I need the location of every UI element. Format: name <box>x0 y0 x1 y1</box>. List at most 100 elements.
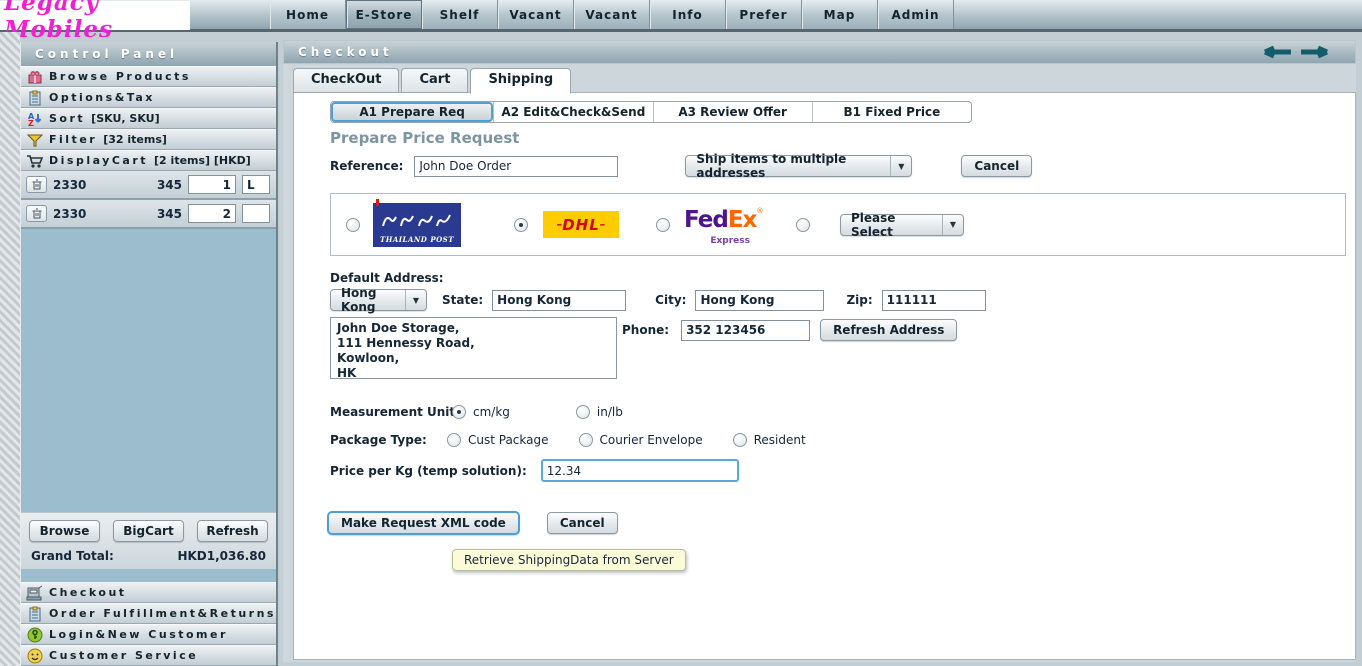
cart-qty-input[interactable] <box>188 204 236 223</box>
radio-cust-package[interactable] <box>447 433 461 447</box>
tab-cart[interactable]: Cart <box>401 68 469 93</box>
browse-button[interactable]: Browse <box>29 520 100 542</box>
sidebar-item-browse-products[interactable]: Browse Products <box>21 66 276 87</box>
delete-item-button[interactable] <box>26 205 47 222</box>
sidebar-item-order-fulfillment[interactable]: Order Fulfillment&Returns <box>21 603 276 624</box>
step-tab-a2-edit-check-send[interactable]: A2 Edit&Check&Send <box>493 102 652 122</box>
radio-other-courier[interactable] <box>796 217 810 232</box>
sidebar-item-checkout[interactable]: Checkout <box>21 582 276 603</box>
thailand-post-logo[interactable]: THAILAND POST <box>373 198 461 247</box>
nav-tab-vacant-2[interactable]: Vacant <box>574 0 650 29</box>
grand-total-label: Grand Total: <box>31 549 114 563</box>
radio-in-lb[interactable] <box>575 405 590 419</box>
cart-size-input[interactable] <box>242 175 270 194</box>
phone-input[interactable] <box>681 319 811 341</box>
shipping-tab-content: A1 Prepare Req A2 Edit&Check&Send A3 Rev… <box>293 92 1356 660</box>
state-label: State: <box>442 293 484 307</box>
nav-tab-admin[interactable]: Admin <box>878 0 954 29</box>
fedex-logo[interactable]: FedEx® Express <box>684 207 763 246</box>
step-tab-a1-prepare-req[interactable]: A1 Prepare Req <box>331 102 494 122</box>
city-input[interactable] <box>695 289 825 311</box>
sidebar-item-label: Checkout <box>49 586 127 599</box>
trash-icon <box>32 208 41 219</box>
cart-item-price: 345 <box>156 206 182 221</box>
price-per-kg-label: Price per Kg (temp solution): <box>330 463 527 478</box>
reference-label: Reference: <box>330 159 404 173</box>
zip-input[interactable] <box>881 289 986 311</box>
please-select-dropdown[interactable]: Please Select ▼ <box>840 211 964 239</box>
checkout-tabs: CheckOut Cart Shipping <box>293 68 572 94</box>
street-address-textarea[interactable]: John Doe Storage, 111 Hennessy Road, Kow… <box>330 317 617 379</box>
refresh-button[interactable]: Refresh <box>197 520 268 542</box>
tooltip: Retrieve ShippingData from Server <box>452 549 686 571</box>
country-dropdown[interactable]: Hong Kong ▼ <box>330 286 427 314</box>
sidebar-item-login[interactable]: Login&New Customer <box>21 624 276 645</box>
package-type-label: Package Type: <box>330 433 427 447</box>
ship-multiple-addresses-dropdown[interactable]: Ship items to multiple addresses ▼ <box>685 152 913 180</box>
tab-checkout[interactable]: CheckOut <box>293 68 400 93</box>
register-icon <box>26 585 43 601</box>
cart-item-sku: 2330 <box>53 206 87 221</box>
nav-tab-shelf[interactable]: Shelf <box>422 0 498 29</box>
key-icon <box>26 627 43 643</box>
sidebar-item-label: Options&Tax <box>49 91 155 104</box>
nav-tab-estore[interactable]: E-Store <box>346 0 422 29</box>
sidebar-item-sort[interactable]: AZ Sort [SKU, SKU] <box>21 108 276 129</box>
grand-total-value: HKD1,036.80 <box>177 549 266 563</box>
sidebar-item-display-cart[interactable]: DisplayCart [2 items] [HKD] <box>21 150 276 171</box>
radio-resident[interactable] <box>732 433 747 447</box>
sidebar-item-label: Login&New Customer <box>49 628 228 641</box>
cart-row-1: 2330 345 <box>21 171 276 200</box>
state-input[interactable] <box>492 289 627 311</box>
sidebar-item-customer-service[interactable]: Customer Service <box>21 645 276 666</box>
cart-qty-input[interactable] <box>188 175 236 194</box>
step-tab-b1-fixed-price[interactable]: B1 Fixed Price <box>811 102 971 122</box>
price-per-kg-input[interactable] <box>540 459 739 482</box>
reference-input[interactable] <box>414 155 619 177</box>
sidebar-item-suffix: [32 items] <box>103 133 167 146</box>
sidebar-item-suffix: [2 items] [HKD] <box>154 154 251 167</box>
sidebar-item-label: DisplayCart <box>49 154 149 167</box>
main-nav: Home E-Store Shelf Vacant Vacant Info Pr… <box>270 0 954 29</box>
default-address-label: Default Address: <box>330 271 444 285</box>
collapse-expand-arrows-icon[interactable] <box>1253 45 1341 59</box>
logo-text: Legacy Mobiles <box>4 0 113 43</box>
checkout-panel: Checkout CheckOut Cart Shipping A1 Prepa… <box>283 40 1356 662</box>
tab-shipping[interactable]: Shipping <box>470 68 572 94</box>
cm-kg-option-label: cm/kg <box>473 405 510 419</box>
nav-tab-prefer[interactable]: Prefer <box>726 0 802 29</box>
cancel-button-top[interactable]: Cancel <box>961 155 1033 177</box>
radio-cm-kg[interactable] <box>452 405 466 419</box>
sidebar-item-options-tax[interactable]: Options&Tax <box>21 87 276 108</box>
cart-size-input[interactable] <box>242 204 270 223</box>
step-tab-a3-review-offer[interactable]: A3 Review Offer <box>652 102 812 122</box>
nav-tab-home[interactable]: Home <box>270 0 346 29</box>
courier-selection-box: THAILAND POST – DHL – FedEx® Express Pleas… <box>330 193 1346 256</box>
cart-icon <box>26 153 43 169</box>
panel-title: Checkout <box>298 45 393 59</box>
cancel-button-bottom[interactable]: Cancel <box>546 512 618 534</box>
make-request-xml-button[interactable]: Make Request XML code <box>327 511 520 535</box>
sidebar-item-label: Browse Products <box>49 70 191 83</box>
filter-icon <box>26 132 43 148</box>
nav-tab-info[interactable]: Info <box>650 0 726 29</box>
nav-tab-map[interactable]: Map <box>802 0 878 29</box>
sidebar-item-label: Filter <box>49 133 98 146</box>
chevron-down-icon: ▼ <box>412 295 419 305</box>
in-lb-option-label: in/lb <box>596 405 623 419</box>
sidebar-item-filter[interactable]: Filter [32 items] <box>21 129 276 150</box>
top-bar: Legacy Mobiles Home E-Store Shelf Vacant… <box>0 0 1362 43</box>
sort-az-icon: AZ <box>26 111 43 127</box>
radio-thailand-post[interactable] <box>346 217 360 232</box>
nav-tab-vacant-1[interactable]: Vacant <box>498 0 574 29</box>
clipboard-icon <box>26 606 43 622</box>
radio-fedex[interactable] <box>656 217 670 232</box>
delete-item-button[interactable] <box>26 176 47 193</box>
bigcart-button[interactable]: BigCart <box>113 520 184 542</box>
svg-text:Z: Z <box>28 119 34 127</box>
refresh-address-button[interactable]: Refresh Address <box>820 319 958 341</box>
radio-dhl[interactable] <box>514 217 528 232</box>
radio-courier-envelope[interactable] <box>578 433 593 447</box>
dhl-logo[interactable]: – DHL – <box>543 211 619 238</box>
clipboard-icon <box>26 90 43 106</box>
